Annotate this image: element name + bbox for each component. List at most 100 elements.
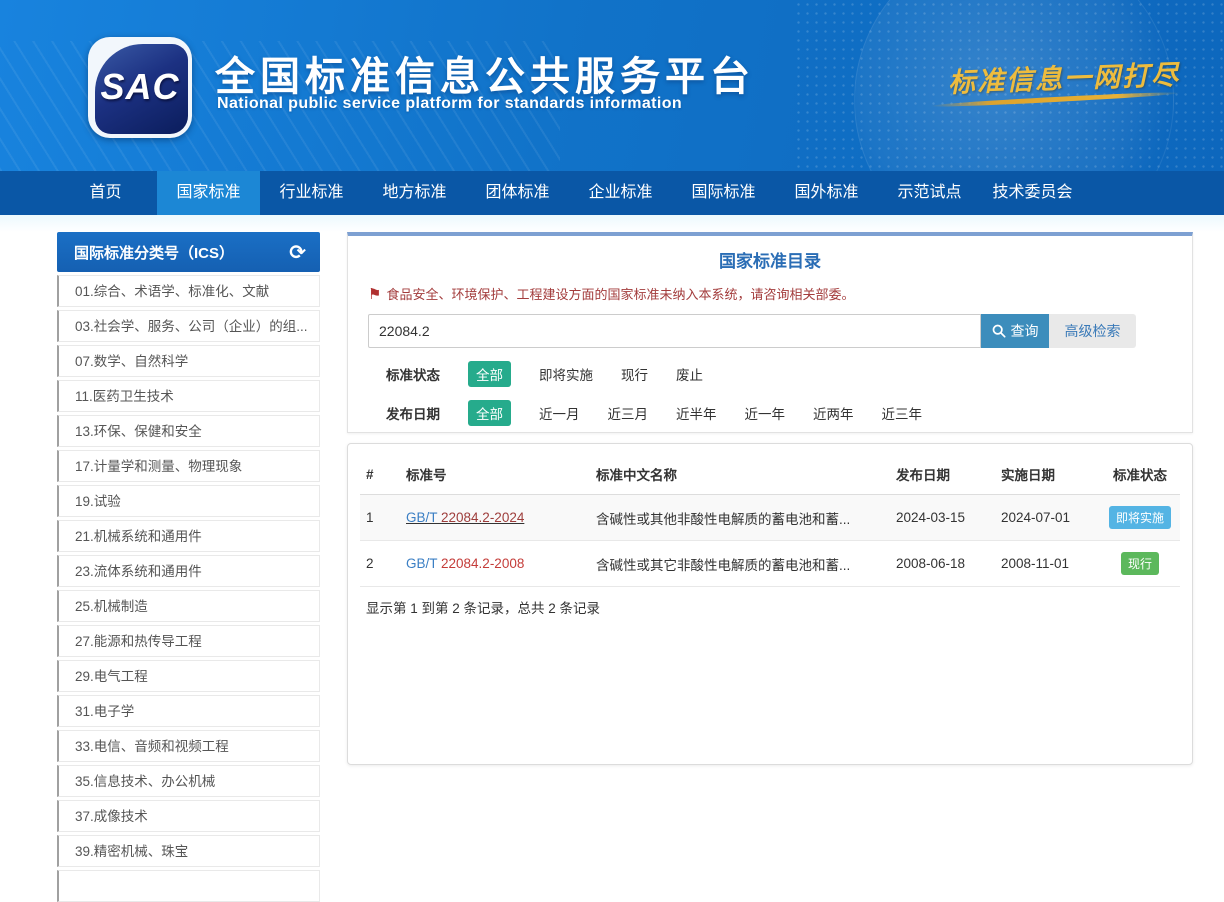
nav-item-3[interactable]: 地方标准 bbox=[363, 171, 466, 215]
implement-date: 2008-11-01 bbox=[995, 541, 1100, 587]
filter-row-1: 发布日期全部 近一月 近三月 近半年 近一年 近两年 近三年 bbox=[386, 400, 1192, 426]
standard-code-link[interactable]: GB/T 22084.2-2024 bbox=[406, 510, 524, 525]
column-header-0: # bbox=[360, 454, 400, 495]
standard-code-prefix: GB/T bbox=[406, 510, 441, 525]
filter-option-1-5[interactable]: 近两年 bbox=[813, 403, 854, 423]
sidebar-item-14[interactable]: 35.信息技术、办公机械 bbox=[57, 765, 320, 797]
sidebar-item-10[interactable]: 27.能源和热传导工程 bbox=[57, 625, 320, 657]
column-header-5: 标准状态 bbox=[1100, 454, 1180, 495]
column-header-1: 标准号 bbox=[400, 454, 590, 495]
sidebar-item-4[interactable]: 13.环保、保健和安全 bbox=[57, 415, 320, 447]
page-title: 国家标准目录 bbox=[348, 247, 1192, 272]
sidebar-item-13[interactable]: 33.电信、音频和视频工程 bbox=[57, 730, 320, 762]
filter-option-1-4[interactable]: 近一年 bbox=[745, 403, 786, 423]
row-index: 2 bbox=[360, 541, 400, 587]
sidebar-item-12[interactable]: 31.电子学 bbox=[57, 695, 320, 727]
nav-item-1[interactable]: 国家标准 bbox=[157, 171, 260, 215]
notice-text: 食品安全、环境保护、工程建设方面的国家标准未纳入本系统，请咨询相关部委。 bbox=[386, 284, 854, 303]
sidebar-title: 国际标准分类号（ICS） bbox=[74, 242, 234, 263]
nav-item-2[interactable]: 行业标准 bbox=[260, 171, 363, 215]
advanced-search-button[interactable]: 高级检索 bbox=[1049, 314, 1136, 348]
table-row: 2GB/T 22084.2-2008含碱性或其它非酸性电解质的蓄电池和蓄...2… bbox=[360, 541, 1180, 587]
nav-item-8[interactable]: 示范试点 bbox=[878, 171, 981, 215]
sidebar-item-3[interactable]: 11.医药卫生技术 bbox=[57, 380, 320, 412]
filter-option-1-0[interactable]: 全部 bbox=[468, 400, 511, 426]
ics-sidebar: 国际标准分类号（ICS） ⟳ 01.综合、术语学、标准化、文献03.社会学、服务… bbox=[57, 232, 320, 902]
flag-icon: ⚑ bbox=[368, 285, 381, 303]
sidebar-item-7[interactable]: 21.机械系统和通用件 bbox=[57, 520, 320, 552]
results-summary: 显示第 1 到第 2 条记录，总共 2 条记录 bbox=[360, 597, 1180, 617]
status-badge: 即将实施 bbox=[1109, 506, 1171, 529]
content-top-strip bbox=[0, 215, 1224, 232]
nav-item-6[interactable]: 国际标准 bbox=[672, 171, 775, 215]
implement-date: 2024-07-01 bbox=[995, 495, 1100, 541]
status-cell: 即将实施 bbox=[1100, 495, 1180, 541]
nav-item-4[interactable]: 团体标准 bbox=[466, 171, 569, 215]
status-badge: 现行 bbox=[1121, 552, 1159, 575]
filter-option-1-6[interactable]: 近三年 bbox=[882, 403, 923, 423]
results-table-head: #标准号标准中文名称发布日期实施日期标准状态 bbox=[360, 454, 1180, 495]
standard-code-number: 22084.2-2008 bbox=[441, 556, 524, 571]
nav-item-5[interactable]: 企业标准 bbox=[569, 171, 672, 215]
standard-code-link[interactable]: GB/T 22084.2-2008 bbox=[406, 556, 524, 571]
notice-banner: ⚑ 食品安全、环境保护、工程建设方面的国家标准未纳入本系统，请咨询相关部委。 bbox=[368, 284, 1192, 303]
sidebar-item-partial[interactable] bbox=[57, 870, 320, 902]
sidebar-item-2[interactable]: 07.数学、自然科学 bbox=[57, 345, 320, 377]
standard-code-cell: GB/T 22084.2-2024 bbox=[400, 495, 590, 541]
standard-code-prefix: GB/T bbox=[406, 556, 441, 571]
sidebar-item-8[interactable]: 23.流体系统和通用件 bbox=[57, 555, 320, 587]
sidebar-item-1[interactable]: 03.社会学、服务、公司（企业）的组... bbox=[57, 310, 320, 342]
filter-rows: 标准状态全部即将实施现行废止发布日期全部近一月近三月近半年近一年近两年近三年 bbox=[348, 361, 1192, 426]
filter-option-0-1[interactable]: 即将实施 bbox=[539, 364, 593, 384]
results-header-row: #标准号标准中文名称发布日期实施日期标准状态 bbox=[360, 454, 1180, 495]
filter-option-0-0[interactable]: 全部 bbox=[468, 361, 511, 387]
filter-label-1: 发布日期 bbox=[386, 403, 468, 423]
standard-name: 含碱性或其它非酸性电解质的蓄电池和蓄... bbox=[590, 541, 890, 587]
filter-label-0: 标准状态 bbox=[386, 364, 468, 384]
search-input[interactable] bbox=[368, 314, 981, 348]
status-cell: 现行 bbox=[1100, 541, 1180, 587]
sidebar-item-5[interactable]: 17.计量学和测量、物理现象 bbox=[57, 450, 320, 482]
search-panel: 国家标准目录 ⚑ 食品安全、环境保护、工程建设方面的国家标准未纳入本系统，请咨询… bbox=[347, 232, 1193, 433]
refresh-icon[interactable]: ⟳ bbox=[289, 242, 306, 262]
filter-option-1-2[interactable]: 近三月 bbox=[608, 403, 649, 423]
standard-code-number: 22084.2-2024 bbox=[441, 510, 524, 525]
publish-date: 2024-03-15 bbox=[890, 495, 995, 541]
ics-category-list: 01.综合、术语学、标准化、文献03.社会学、服务、公司（企业）的组...07.… bbox=[57, 275, 320, 902]
sidebar-item-11[interactable]: 29.电气工程 bbox=[57, 660, 320, 692]
sidebar-item-6[interactable]: 19.试验 bbox=[57, 485, 320, 517]
results-table-body: 1GB/T 22084.2-2024含碱性或其他非酸性电解质的蓄电池和蓄...2… bbox=[360, 495, 1180, 587]
table-row: 1GB/T 22084.2-2024含碱性或其他非酸性电解质的蓄电池和蓄...2… bbox=[360, 495, 1180, 541]
nav-item-7[interactable]: 国外标准 bbox=[775, 171, 878, 215]
main-nav: 首页国家标准行业标准地方标准团体标准企业标准国际标准国外标准示范试点技术委员会 bbox=[0, 171, 1224, 215]
sac-logo-text: SAC bbox=[88, 66, 192, 108]
column-header-3: 发布日期 bbox=[890, 454, 995, 495]
row-index: 1 bbox=[360, 495, 400, 541]
sac-logo[interactable]: SAC bbox=[88, 37, 192, 138]
sidebar-header: 国际标准分类号（ICS） ⟳ bbox=[57, 232, 320, 272]
site-subtitle: National public service platform for sta… bbox=[217, 95, 682, 113]
results-table: #标准号标准中文名称发布日期实施日期标准状态 1 GB/T 22084.2-202… bbox=[360, 454, 1180, 587]
filter-option-0-3[interactable]: 废止 bbox=[676, 364, 703, 384]
filter-option-1-1[interactable]: 近一月 bbox=[539, 403, 580, 423]
column-header-2: 标准中文名称 bbox=[590, 454, 890, 495]
publish-date: 2008-06-18 bbox=[890, 541, 995, 587]
page-header: SAC 全国标准信息公共服务平台 National public service… bbox=[0, 0, 1224, 171]
filter-option-0-2[interactable]: 现行 bbox=[621, 364, 648, 384]
results-panel: #标准号标准中文名称发布日期实施日期标准状态 1 GB/T 22084.2-202… bbox=[347, 443, 1193, 765]
query-button[interactable]: 查询 bbox=[981, 314, 1049, 348]
search-icon bbox=[992, 324, 1006, 338]
sidebar-item-16[interactable]: 39.精密机械、珠宝 bbox=[57, 835, 320, 867]
sidebar-item-9[interactable]: 25.机械制造 bbox=[57, 590, 320, 622]
search-row: 查询 高级检索 bbox=[368, 314, 1192, 348]
filter-option-1-3[interactable]: 近半年 bbox=[676, 403, 717, 423]
sidebar-item-0[interactable]: 01.综合、术语学、标准化、文献 bbox=[57, 275, 320, 307]
filter-row-0: 标准状态全部 即将实施 现行 废止 bbox=[386, 361, 1192, 387]
query-button-label: 查询 bbox=[1011, 321, 1039, 341]
standard-name: 含碱性或其他非酸性电解质的蓄电池和蓄... bbox=[590, 495, 890, 541]
nav-item-0[interactable]: 首页 bbox=[54, 171, 157, 215]
standard-code-cell: GB/T 22084.2-2008 bbox=[400, 541, 590, 587]
nav-item-9[interactable]: 技术委员会 bbox=[981, 171, 1084, 215]
column-header-4: 实施日期 bbox=[995, 454, 1100, 495]
sidebar-item-15[interactable]: 37.成像技术 bbox=[57, 800, 320, 832]
